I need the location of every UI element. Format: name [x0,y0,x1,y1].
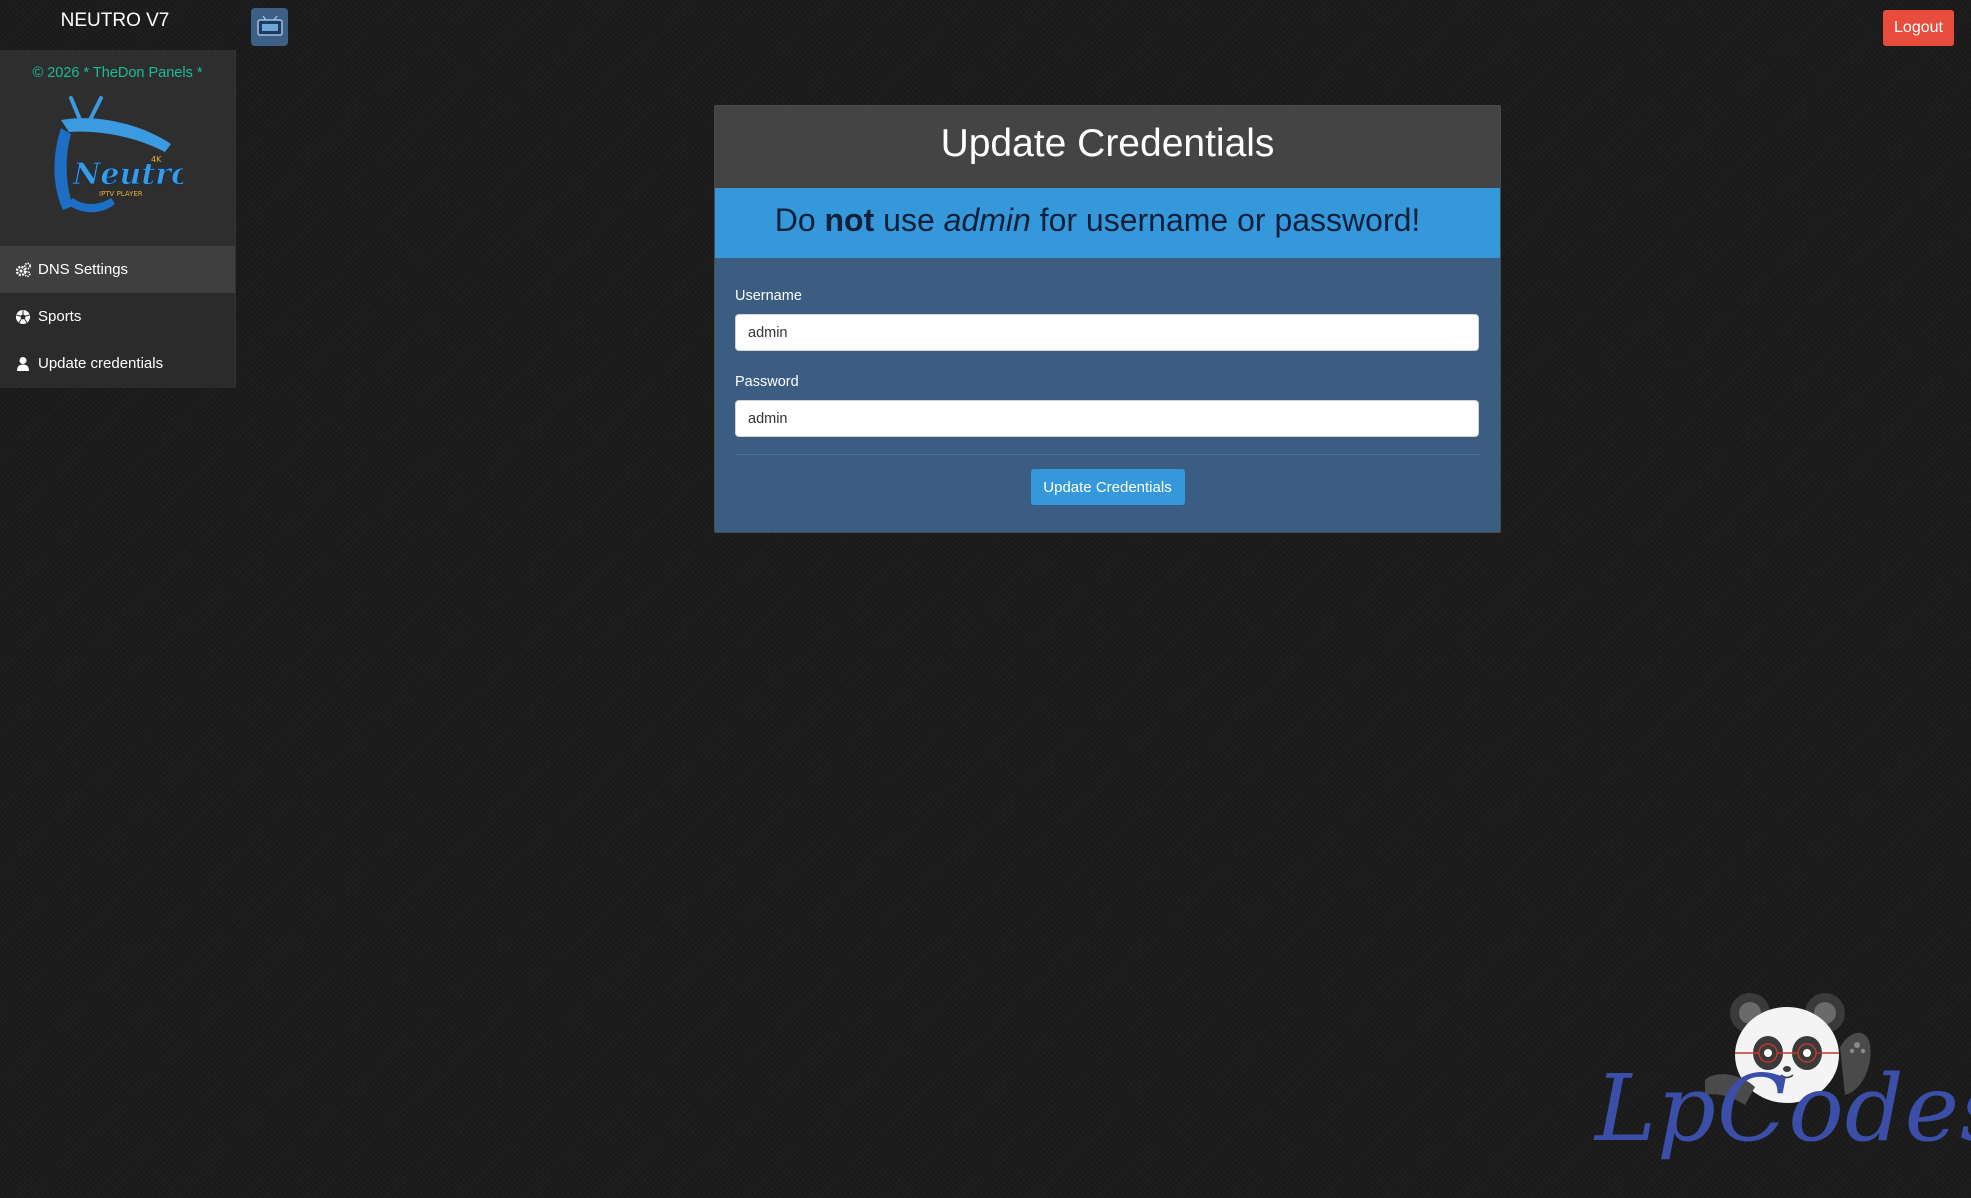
sidebar-item-sports[interactable]: Sports [0,293,235,340]
warning-italic: admin [943,202,1031,238]
warning-alert: Do not use admin for username or passwor… [715,188,1500,258]
sidebar-item-label: DNS Settings [38,261,129,278]
warning-prefix: Do [774,202,825,238]
warning-suffix: for username or password! [1030,202,1421,238]
gears-icon [14,261,32,279]
watermark-text: LpCodes [1595,1055,1971,1162]
lpcodes-watermark: LpCodes [1595,985,1971,1190]
update-credentials-panel: Update Credentials Do not use admin for … [714,105,1501,533]
svg-text:Neutro: Neutro [72,157,183,192]
sidebar-item-dns-settings[interactable]: DNS Settings [0,246,235,293]
username-label: Username [735,288,802,304]
svg-text:4K: 4K [151,155,162,164]
neutro-logo: Neutro IPTV PLAYER 4K [54,96,183,213]
warning-bold: not [824,202,875,238]
credentials-form: Username Password Update Credentials [715,258,1500,505]
brand-title: NEUTRO V7 [60,10,170,31]
username-input[interactable] [735,314,1479,351]
warning-middle: use [874,202,944,238]
sidebar-item-label: Sports [38,308,82,325]
password-input[interactable] [735,400,1479,437]
logout-button[interactable]: Logout [1883,10,1954,46]
svg-text:IPTV PLAYER: IPTV PLAYER [99,190,143,198]
sidebar: © 2026 * TheDon Panels * Neutro IPTV PLA… [0,50,236,388]
sidebar-item-update-credentials[interactable]: Update credentials [0,340,235,387]
password-label: Password [735,374,799,390]
update-credentials-button[interactable]: Update Credentials [1030,469,1185,505]
user-icon [14,355,32,373]
tv-icon [256,16,283,36]
copyright-text: © 2026 * TheDon Panels * [32,65,203,81]
panel-title: Update Credentials [715,106,1500,188]
sidebar-header: © 2026 * TheDon Panels * Neutro IPTV PLA… [0,50,235,246]
app-icon[interactable] [251,8,288,46]
soccer-ball-icon [14,308,32,326]
sidebar-item-label: Update credentials [38,355,164,372]
